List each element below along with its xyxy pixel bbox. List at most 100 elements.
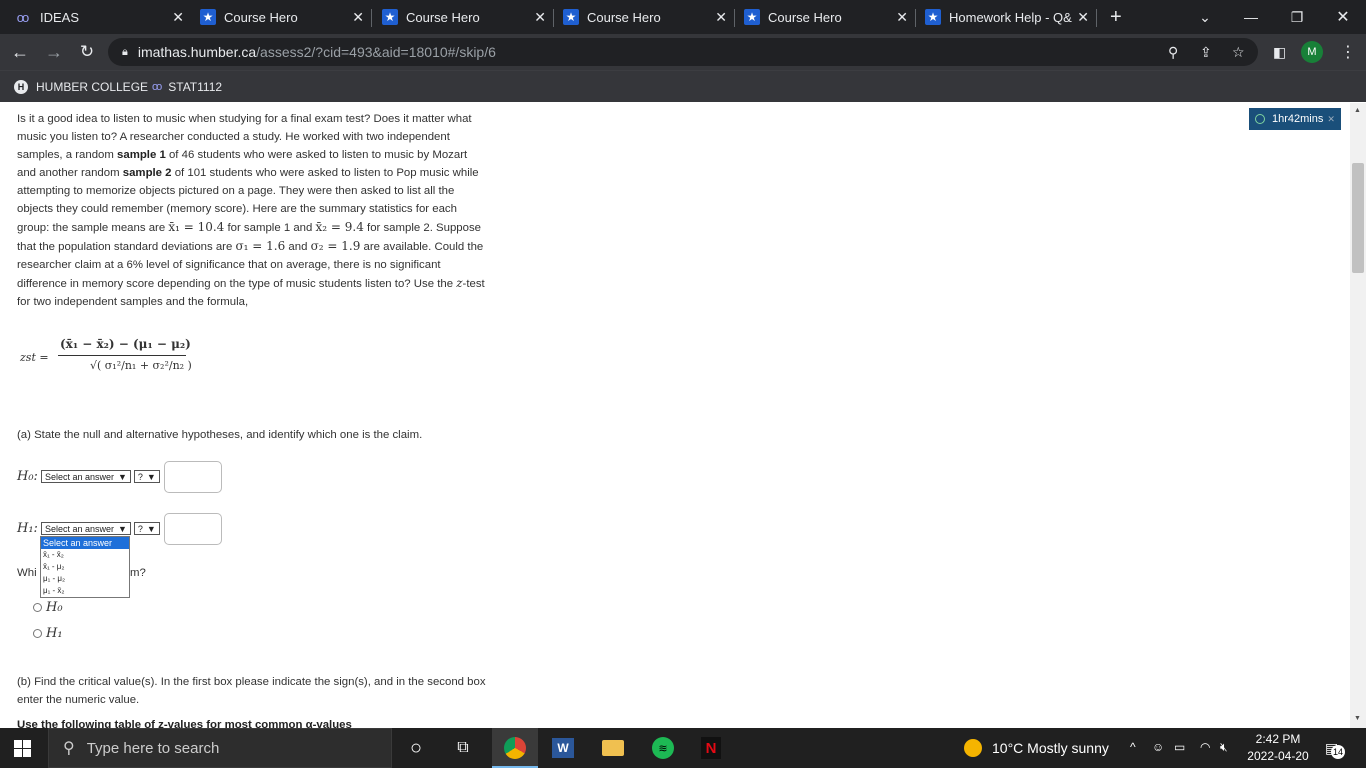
- close-icon[interactable]: ✕: [352, 9, 364, 26]
- back-button[interactable]: ←: [9, 41, 31, 63]
- reload-button[interactable]: ↻: [76, 41, 98, 63]
- people-icon[interactable]: ☺: [1152, 740, 1164, 754]
- h1-label: H₁:: [17, 521, 38, 536]
- formula-denominator: √( σ₁²/n₁ + σ₂²/n₂ ): [90, 359, 192, 372]
- word-icon: W: [552, 738, 574, 758]
- h0-parameter-select[interactable]: Select an answer ▼: [40, 470, 131, 483]
- new-tab-button[interactable]: +: [1110, 0, 1130, 34]
- claim-question-end: m?: [130, 567, 146, 579]
- restore-button[interactable]: ❐: [1274, 0, 1320, 34]
- scroll-thumb[interactable]: [1352, 163, 1364, 273]
- dropdown-option[interactable]: μ₁ - x̄₂: [41, 585, 129, 597]
- task-view-icon[interactable]: ⧉: [450, 736, 476, 760]
- tab-course-hero-2[interactable]: ★ Course Hero ✕: [382, 0, 554, 34]
- volume-icon[interactable]: 🔇︎: [1220, 740, 1228, 755]
- timer-label: 1hr42mins: [1272, 113, 1324, 125]
- question-text: Is it a good idea to listen to music whe…: [17, 110, 487, 311]
- h1-operator-select[interactable]: ? ▼: [133, 522, 160, 535]
- profile-avatar[interactable]: M: [1301, 41, 1323, 63]
- question-emphasis: sample 1: [117, 149, 166, 161]
- dropdown-option[interactable]: Select an answer: [41, 537, 129, 549]
- plus-icon: +: [1110, 5, 1122, 28]
- side-panel-icon[interactable]: ◧: [1273, 44, 1286, 61]
- tab-search-button[interactable]: ⌄: [1182, 0, 1228, 34]
- h1-parameter-select[interactable]: Select an answer ▼: [40, 522, 131, 535]
- tab-separator: [1096, 9, 1097, 27]
- fraction-bar: [58, 355, 186, 356]
- tab-title: Homework Help - Q&: [949, 9, 1072, 25]
- weather-widget[interactable]: 10°C Mostly sunny: [964, 728, 1109, 768]
- timer-badge[interactable]: 1hr42mins ✕: [1249, 108, 1341, 130]
- taskbar-search[interactable]: ⚲ Type here to search: [48, 728, 392, 768]
- tab-course-hero-4[interactable]: ★ Course Hero ✕: [744, 0, 916, 34]
- h0-row: H₀: Select an answer ▼ ? ▼: [17, 469, 160, 484]
- minimize-button[interactable]: —: [1228, 0, 1274, 34]
- radio-label: H₁: [46, 626, 63, 641]
- chevron-down-icon: ▼: [146, 523, 156, 534]
- close-window-button[interactable]: ✕: [1320, 0, 1366, 34]
- question-emphasis: sample 2: [122, 167, 172, 179]
- battery-icon[interactable]: ▭: [1174, 740, 1185, 754]
- radio-h1[interactable]: H₁: [33, 626, 63, 641]
- select-value: Select an answer: [44, 471, 114, 482]
- dropdown-option[interactable]: x̄₁ - x̄₂: [41, 549, 129, 561]
- tab-homework-help[interactable]: ★ Homework Help - Q& ✕: [925, 0, 1097, 34]
- tab-ideas[interactable]: oo IDEAS ✕: [12, 0, 192, 34]
- humber-icon: H: [14, 80, 28, 94]
- close-icon[interactable]: ✕: [1077, 9, 1089, 26]
- close-icon[interactable]: ✕: [896, 9, 908, 26]
- arrow-left-icon: ←: [11, 41, 29, 62]
- radio-h0[interactable]: H₀: [33, 600, 63, 615]
- address-bar[interactable]: 🔒︎ imathas.humber.ca/assess2/?cid=493&ai…: [108, 38, 1258, 66]
- select-value: ?: [137, 471, 143, 482]
- bookmark-star-icon[interactable]: ☆: [1232, 44, 1245, 61]
- explorer-taskbar-button[interactable]: [600, 736, 626, 760]
- h0-operator-select[interactable]: ? ▼: [133, 470, 160, 483]
- close-icon[interactable]: ✕: [534, 9, 546, 26]
- menu-icon[interactable]: ⋮: [1340, 42, 1356, 62]
- h1-value-input[interactable]: [164, 513, 222, 545]
- scroll-up-icon[interactable]: ▲: [1354, 107, 1361, 114]
- notification-icon[interactable]: ▤14: [1325, 740, 1345, 759]
- restore-icon: ❐: [1290, 8, 1304, 25]
- h1-parameter-dropdown: Select an answer x̄₁ - x̄₂ x̄₁ - μ₂ μ₁ -…: [40, 536, 130, 598]
- tab-course-hero-1[interactable]: ★ Course Hero ✕: [200, 0, 372, 34]
- close-icon[interactable]: ✕: [715, 9, 727, 26]
- zoom-icon[interactable]: ⚲: [1168, 44, 1178, 61]
- radio-circle[interactable]: [33, 629, 42, 638]
- page-content: Is it a good idea to listen to music whe…: [0, 103, 1350, 728]
- cortana-icon[interactable]: ○: [403, 736, 429, 760]
- tab-separator: [915, 9, 916, 27]
- forward-button[interactable]: →: [43, 41, 65, 63]
- close-icon[interactable]: ✕: [1327, 114, 1335, 125]
- clock-icon: [1255, 114, 1265, 124]
- windows-start-icon[interactable]: [14, 740, 31, 757]
- select-value: ?: [137, 523, 143, 534]
- bookmark-stat1112[interactable]: oo STAT1112: [152, 71, 222, 103]
- select-value: Select an answer: [44, 523, 114, 534]
- tab-separator: [734, 9, 735, 27]
- radio-circle[interactable]: [33, 603, 42, 612]
- word-taskbar-button[interactable]: W: [550, 736, 576, 760]
- wifi-icon[interactable]: ◠: [1200, 740, 1210, 754]
- math-sigma1: σ₁ = 1.6: [235, 239, 286, 253]
- netflix-taskbar-button[interactable]: N: [698, 736, 724, 760]
- share-icon[interactable]: ⇪: [1200, 44, 1212, 61]
- bookmark-humber[interactable]: H HUMBER COLLEGE: [14, 71, 148, 103]
- clock-time: 2:42 PM: [1255, 732, 1301, 746]
- chrome-taskbar-button[interactable]: [502, 736, 528, 760]
- spotify-icon: ≋: [652, 737, 674, 759]
- page-scrollbar[interactable]: ▲ ▼: [1350, 103, 1366, 728]
- formula-lhs: zst =: [20, 351, 49, 364]
- scroll-down-icon[interactable]: ▼: [1354, 715, 1361, 722]
- dropdown-option[interactable]: μ₁ - μ₂: [41, 573, 129, 585]
- dropdown-option[interactable]: x̄₁ - μ₂: [41, 561, 129, 573]
- chevron-up-icon[interactable]: ^: [1130, 740, 1136, 754]
- close-icon[interactable]: ✕: [172, 9, 184, 26]
- tab-course-hero-3[interactable]: ★ Course Hero ✕: [563, 0, 735, 34]
- system-clock[interactable]: 2:42 PM 2022-04-20: [1244, 731, 1312, 765]
- folder-icon: [602, 740, 624, 756]
- h0-value-input[interactable]: [164, 461, 222, 493]
- tab-title: Course Hero: [224, 9, 298, 25]
- spotify-taskbar-button[interactable]: ≋: [650, 736, 676, 760]
